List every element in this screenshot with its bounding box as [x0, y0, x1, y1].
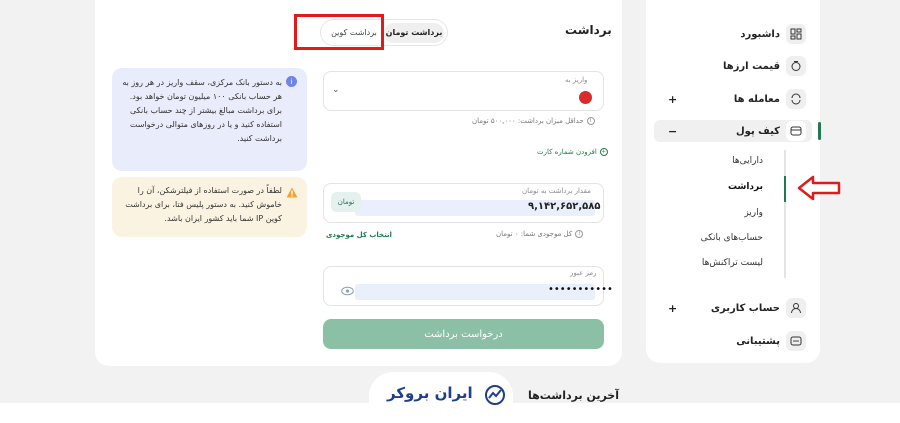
sidebar-item-label: حساب کاربری — [710, 302, 780, 314]
expand-icon[interactable]: + — [668, 302, 677, 315]
amount-label: مقدار برداشت به تومان — [522, 187, 591, 195]
sidebar-item-label: داشبورد — [740, 28, 780, 40]
chevron-down-icon[interactable]: ⌄ — [332, 85, 340, 95]
trade-icon — [786, 89, 806, 109]
amount-value: ۹,۱۴۲,۶۵۲,۵۸۵ — [528, 201, 601, 212]
tab-toman-withdraw[interactable]: برداشت تومان — [384, 22, 444, 43]
submenu-active-bar — [784, 176, 786, 202]
min-withdraw-hint: حداقل میزان برداشت: ۵۰۰,۰۰۰ تومان i — [472, 117, 595, 125]
info-circle-icon: i — [286, 76, 297, 87]
balance-text: کل موجودی شما: ۰ تومان — [496, 230, 573, 238]
wallet-icon — [786, 121, 806, 141]
sidebar-item-wallet[interactable]: − کیف پول — [654, 120, 821, 142]
eye-icon[interactable] — [341, 281, 354, 300]
sidebar-item-label: قیمت ارزها — [722, 60, 780, 72]
password-value: ••••••••••• — [548, 284, 613, 295]
info-text: به دستور بانک مرکزی، سقف واریز در هر روز… — [122, 78, 282, 143]
sub-item-transactions[interactable]: لیست تراکنش‌ها — [693, 258, 763, 268]
sub-item-bank-accounts[interactable]: حساب‌های بانکی — [693, 233, 763, 243]
dashboard-icon — [786, 24, 806, 44]
bank-card-select[interactable] — [323, 71, 604, 111]
sidebar-item-dashboard[interactable]: داشبورد — [654, 23, 812, 45]
select-all-balance[interactable]: انتخاب کل موجودی — [326, 231, 392, 239]
info-icon: i — [586, 117, 595, 125]
submit-withdraw-button[interactable]: درخواست برداشت — [323, 319, 604, 349]
expand-icon[interactable]: + — [668, 93, 677, 106]
bank-logo-icon — [579, 91, 592, 104]
coin-icon — [786, 56, 806, 76]
page-title: برداشت — [565, 23, 612, 37]
warning-icon — [286, 183, 298, 202]
password-label: رمز عبور — [570, 269, 597, 277]
add-card-link[interactable]: افزودن شماره کارت + — [537, 148, 608, 156]
support-icon — [786, 331, 806, 351]
sidebar-item-label: کیف پول — [736, 125, 780, 137]
chart-up-icon — [484, 384, 506, 410]
user-icon — [786, 298, 806, 318]
highlight-box — [294, 14, 384, 50]
sidebar-item-support[interactable]: پشتیبانی — [654, 330, 812, 352]
sidebar-item-trades[interactable]: + معامله ها — [654, 88, 812, 110]
sub-item-assets[interactable]: دارایی‌ها — [693, 156, 763, 166]
active-indicator — [818, 122, 821, 140]
currency-badge: تومان — [331, 192, 361, 212]
info-icon: i — [575, 230, 584, 238]
warning-text: لطفاً در صورت استفاده از فیلترشکن، آن را… — [125, 186, 282, 223]
add-card-text: افزودن شماره کارت — [537, 148, 597, 156]
sidebar-item-label: معامله ها — [733, 93, 780, 105]
submenu-track — [784, 150, 786, 278]
sub-item-deposit[interactable]: واریز — [693, 208, 763, 218]
recent-withdrawals-title: آخرین برداشت‌ها — [528, 389, 620, 402]
sub-item-withdraw[interactable]: برداشت — [693, 182, 763, 192]
brand-logo-text: ایران بروکر — [387, 384, 473, 402]
min-withdraw-text: حداقل میزان برداشت: ۵۰۰,۰۰۰ تومان — [472, 117, 584, 125]
deposit-to-label: واریز به — [565, 76, 588, 84]
sidebar-item-prices[interactable]: قیمت ارزها — [654, 55, 812, 77]
collapse-icon[interactable]: − — [668, 125, 677, 138]
plus-circle-icon: + — [599, 148, 608, 156]
sidebar-item-label: پشتیبانی — [736, 335, 780, 347]
balance-hint: کل موجودی شما: ۰ تومان i — [496, 230, 584, 238]
brand-logo: ایران بروکر — [369, 372, 513, 418]
red-arrow-icon — [797, 175, 841, 205]
sidebar-item-account[interactable]: + حساب کاربری — [654, 297, 812, 319]
